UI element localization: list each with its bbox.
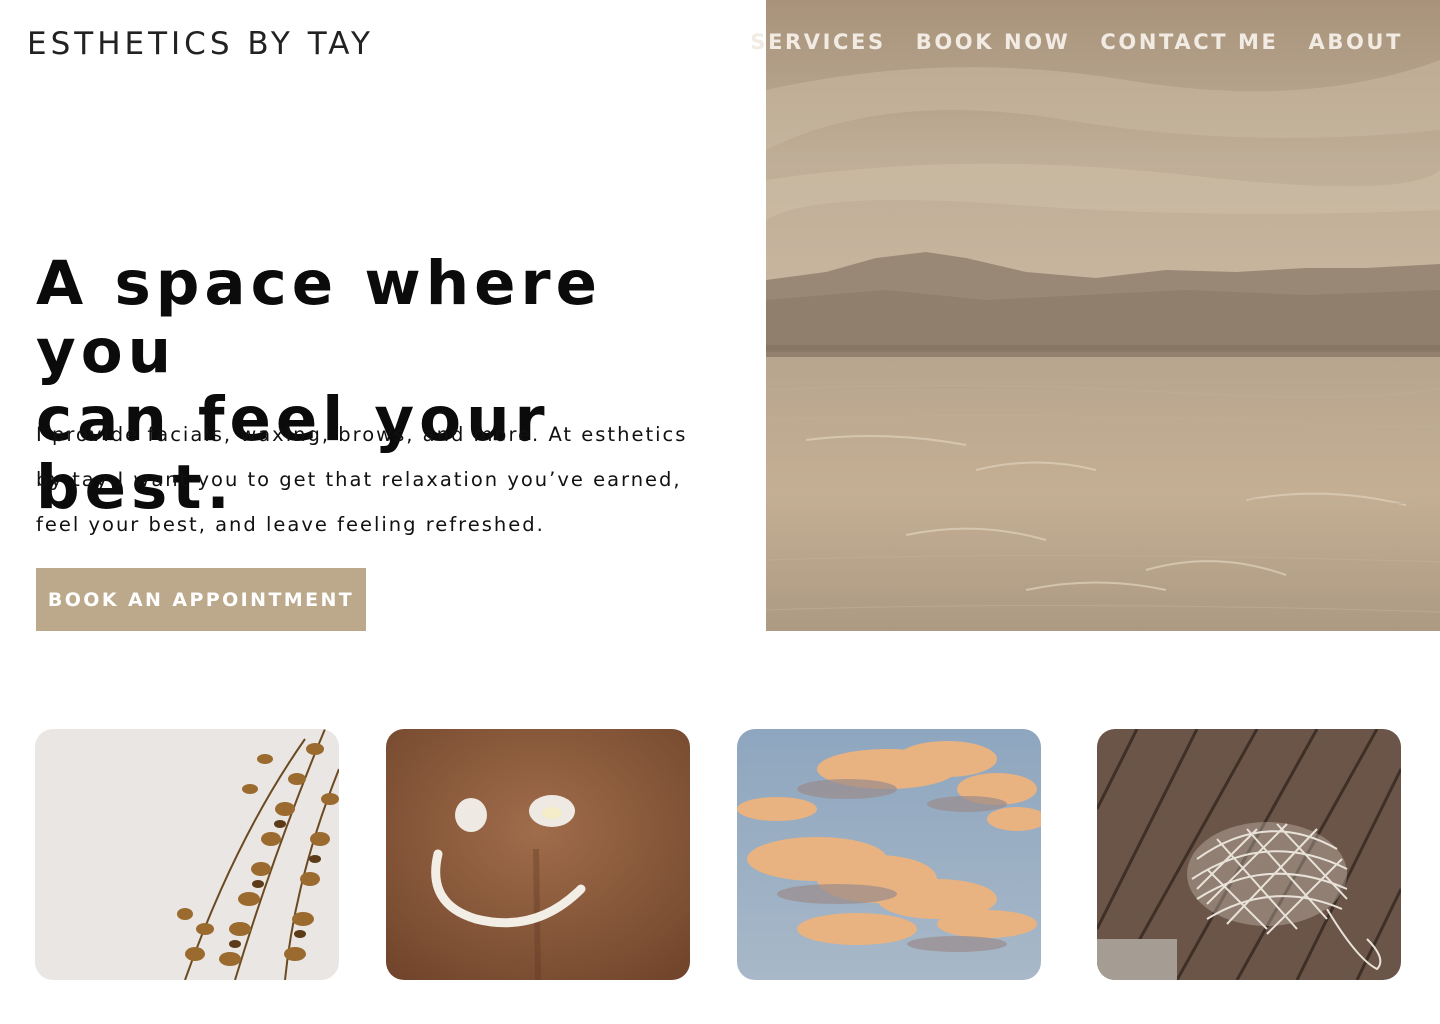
hero-intro-text: I provide facials, waxing, brows, and mo… (36, 412, 736, 547)
intro-line-2: by tay I want you to get that relaxation… (36, 468, 682, 491)
nav-services[interactable]: SERVICES (750, 30, 885, 54)
gallery-image-smiley-lotion (386, 729, 690, 980)
nav-contact-me[interactable]: CONTACT ME (1100, 30, 1278, 54)
gallery-image-sunset-clouds (737, 729, 1041, 980)
nav-book-now[interactable]: BOOK NOW (916, 30, 1071, 54)
book-appointment-button[interactable]: BOOK AN APPOINTMENT (36, 568, 366, 631)
intro-line-1: I provide facials, waxing, brows, and mo… (36, 423, 688, 446)
hero-headline-line1: A space where you (36, 248, 602, 387)
gallery-image-eucalyptus (35, 729, 339, 980)
hero-ocean-image (766, 0, 1440, 631)
main-nav: SERVICES BOOK NOW CONTACT ME ABOUT (720, 30, 1403, 54)
nav-about[interactable]: ABOUT (1309, 30, 1404, 54)
gallery-image-mesh-bag (1097, 729, 1401, 980)
site-logo-text[interactable]: ESTHETICS BY TAY (27, 26, 374, 62)
intro-line-3: feel your best, and leave feeling refres… (36, 513, 545, 536)
